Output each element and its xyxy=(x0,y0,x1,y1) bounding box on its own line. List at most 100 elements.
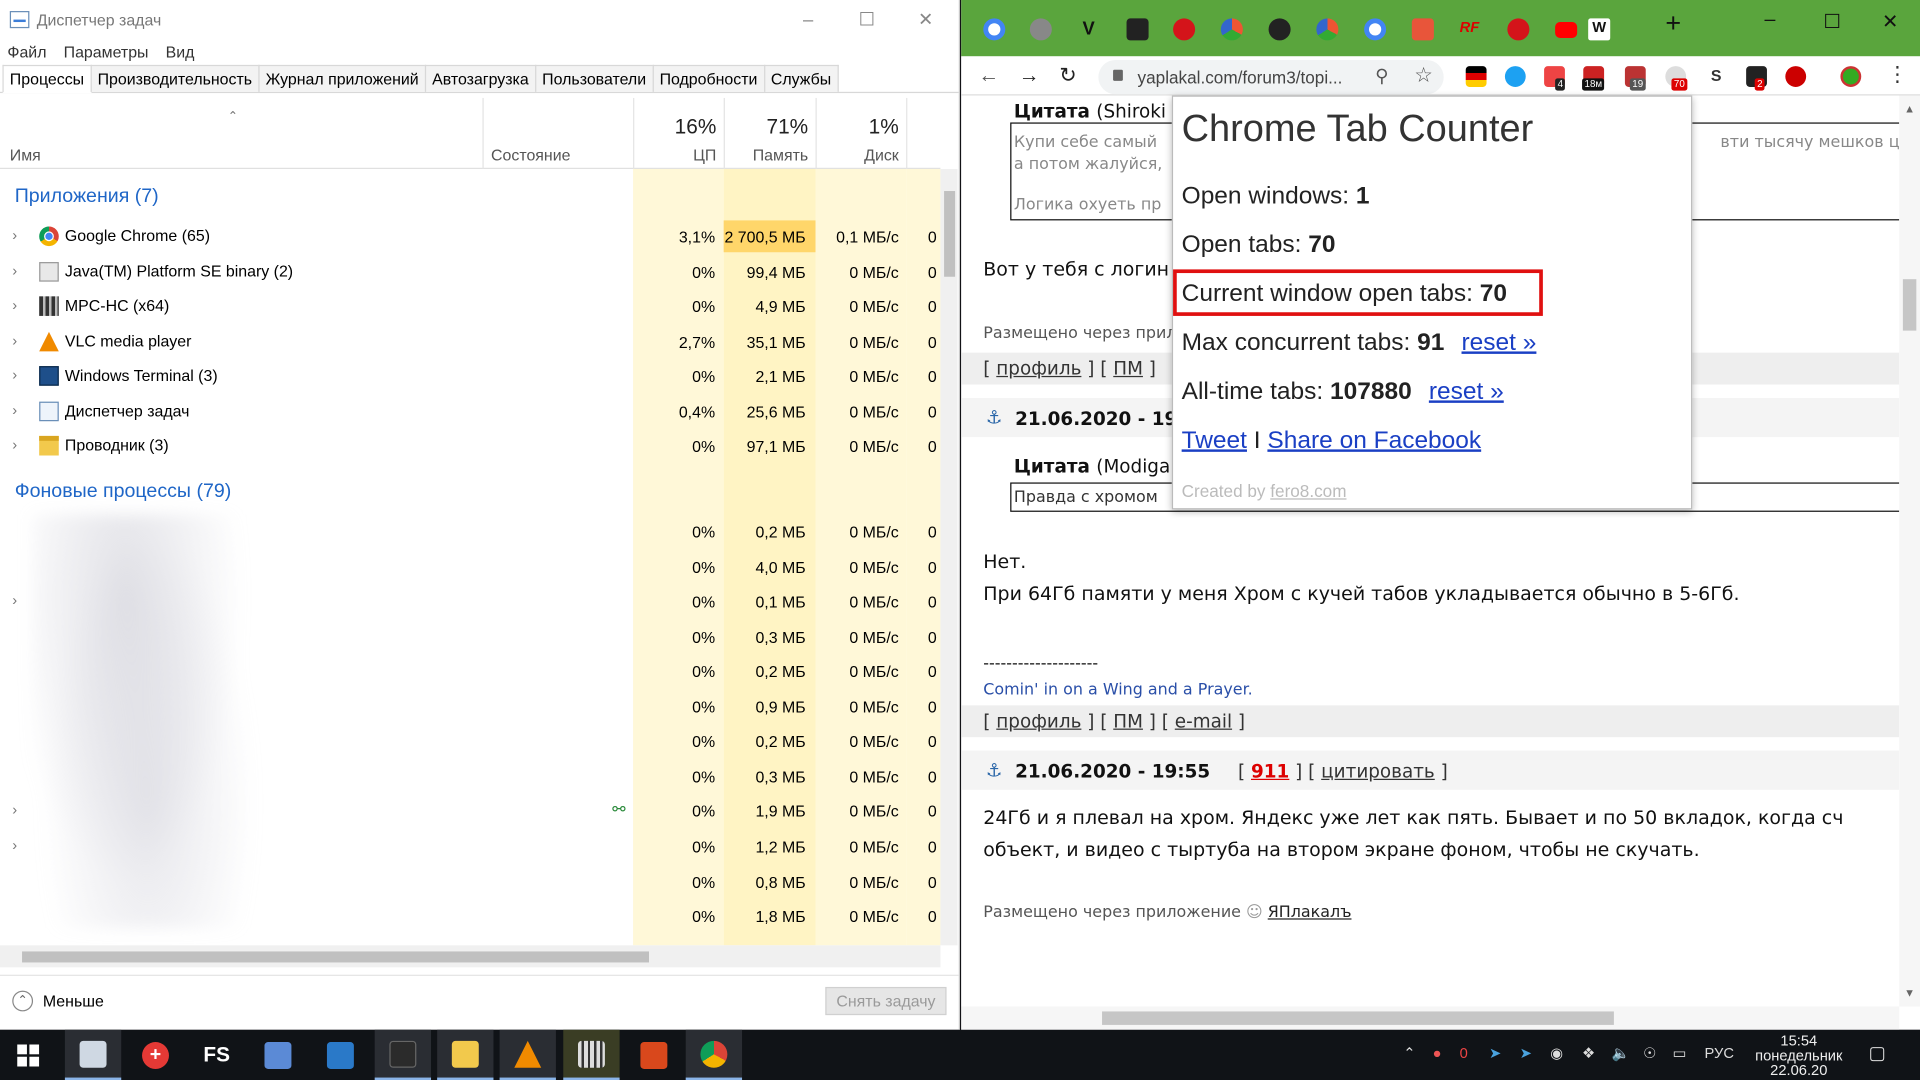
process-row[interactable]: › Проводник (3) 0% 97,1 МБ 0 МБ/с 0 xyxy=(0,429,940,463)
app-link[interactable]: ЯПлакалъ xyxy=(1268,904,1352,922)
tab-favicon-icon[interactable] xyxy=(1173,18,1196,41)
process-row[interactable]: › MPC-HC (x64) 0% 4,9 МБ 0 МБ/с 0 xyxy=(0,289,940,323)
youtube-tab-icon[interactable] xyxy=(1555,22,1578,38)
taskbar-task-manager[interactable] xyxy=(64,1029,122,1080)
dropbox-icon[interactable]: ❖ xyxy=(1582,1044,1595,1061)
google-tab-icon[interactable] xyxy=(1364,18,1387,41)
network-icon[interactable]: ☉ xyxy=(1643,1044,1656,1061)
taskbar-app[interactable] xyxy=(626,1030,682,1080)
expand-icon[interactable]: › xyxy=(12,296,17,313)
pm-link[interactable]: ПМ xyxy=(1113,358,1143,380)
scroll-thumb[interactable] xyxy=(1902,279,1917,331)
expand-icon[interactable]: › xyxy=(12,366,17,383)
forward-icon[interactable]: → xyxy=(1019,64,1040,88)
minimize-icon[interactable]: – xyxy=(1765,10,1776,32)
reload-icon[interactable]: ↻ xyxy=(1059,64,1076,88)
maximize-icon[interactable]: ☐ xyxy=(1823,10,1841,34)
expand-icon[interactable]: › xyxy=(12,332,17,349)
start-button[interactable] xyxy=(0,1030,56,1080)
tray-chrome-icon[interactable]: ● xyxy=(1433,1044,1442,1061)
s-extension-icon[interactable]: S xyxy=(1706,66,1727,87)
scroll-thumb[interactable] xyxy=(22,951,649,963)
close-icon[interactable]: ✕ xyxy=(896,0,955,39)
process-row[interactable]: › VLC media player 2,7% 35,1 МБ 0 МБ/с 0 xyxy=(0,324,940,358)
fewer-details-button[interactable]: ⌃ Меньше xyxy=(12,990,104,1012)
tray-chevron-icon[interactable]: ⌃ xyxy=(1403,1044,1415,1061)
twitter-extension-icon[interactable] xyxy=(1504,66,1526,87)
pm-link[interactable]: ПМ xyxy=(1113,710,1143,732)
taskbar-mpc[interactable] xyxy=(563,1029,620,1080)
expand-icon[interactable]: › xyxy=(12,801,17,818)
col-disk[interactable]: 1% Диск xyxy=(815,97,907,169)
taskbar-explorer[interactable] xyxy=(437,1029,494,1080)
expand-icon[interactable]: › xyxy=(12,227,17,244)
expand-icon[interactable]: › xyxy=(12,402,17,419)
tweet-link[interactable]: Tweet xyxy=(1182,427,1247,454)
language-indicator[interactable]: РУС xyxy=(1705,1044,1734,1061)
tab-favicon-icon[interactable] xyxy=(1220,18,1243,41)
menu-view[interactable]: Вид xyxy=(166,42,195,60)
col-status[interactable]: Состояние xyxy=(482,97,633,169)
page-horizontal-scrollbar[interactable] xyxy=(961,1006,1900,1030)
google-tab-icon[interactable] xyxy=(983,18,1006,41)
avatar[interactable] xyxy=(1840,66,1862,87)
taskbar-vlc[interactable] xyxy=(499,1029,556,1080)
taskbar-app[interactable] xyxy=(250,1030,306,1080)
scroll-down-icon[interactable]: ▼ xyxy=(1904,987,1915,999)
process-row[interactable]: › Java(TM) Platform SE binary (2) 0% 99,… xyxy=(0,255,940,289)
telegram-icon[interactable]: ➤ xyxy=(1489,1044,1501,1061)
reset-max-link[interactable]: reset » xyxy=(1462,329,1537,356)
menu-options[interactable]: Параметры xyxy=(64,42,149,60)
col-memory[interactable]: 71% Память xyxy=(723,97,816,169)
anchor-icon[interactable]: ⚓ xyxy=(986,759,1002,781)
maximize-icon[interactable]: ☐ xyxy=(838,0,897,39)
menu-file[interactable]: Файл xyxy=(7,42,46,60)
end-task-button[interactable]: Снять задачу xyxy=(825,986,947,1016)
close-icon[interactable]: ✕ xyxy=(1882,10,1898,34)
expand-icon[interactable]: › xyxy=(12,262,17,279)
process-row[interactable]: › Windows Terminal (3) 0% 2,1 МБ 0 МБ/с … xyxy=(0,359,940,393)
back-icon[interactable]: ← xyxy=(978,64,999,88)
horizontal-scrollbar[interactable] xyxy=(0,945,941,968)
scroll-thumb[interactable] xyxy=(944,191,956,277)
tab-favicon-icon[interactable] xyxy=(1029,18,1052,41)
author-link[interactable]: fero8.com xyxy=(1270,481,1346,501)
col-network[interactable] xyxy=(906,97,940,169)
notifications-icon[interactable]: ▢ xyxy=(1869,1042,1886,1064)
new-tab-icon[interactable]: + xyxy=(1665,7,1681,39)
minimize-icon[interactable]: – xyxy=(779,0,838,39)
telegram-icon[interactable]: ➤ xyxy=(1520,1044,1532,1061)
battery-icon[interactable]: ▭ xyxy=(1673,1044,1687,1061)
tray-app-icon[interactable]: ◉ xyxy=(1550,1044,1563,1061)
menu-dots-icon[interactable]: ⋮ xyxy=(1887,62,1908,86)
tab-performance[interactable]: Производительность xyxy=(90,64,260,92)
tab-favicon-icon[interactable] xyxy=(1316,18,1339,41)
reset-all-time-link[interactable]: reset » xyxy=(1429,378,1504,405)
tab-details[interactable]: Подробности xyxy=(652,64,765,92)
taskbar-fs[interactable]: FS xyxy=(189,1030,245,1080)
taskbar-app[interactable] xyxy=(312,1030,368,1080)
quote-link[interactable]: цитировать xyxy=(1321,760,1435,782)
bookmark-star-icon[interactable]: ☆ xyxy=(1414,64,1433,88)
page-vertical-scrollbar[interactable]: ▲ ▼ xyxy=(1899,95,1920,1007)
wikipedia-tab-icon[interactable]: W xyxy=(1588,18,1611,41)
taskbar-chrome[interactable] xyxy=(685,1029,743,1080)
zoom-icon[interactable]: ⚲ xyxy=(1375,65,1388,87)
email-link[interactable]: e-mail xyxy=(1175,710,1232,732)
col-name[interactable]: Имя xyxy=(0,98,482,169)
tab-services[interactable]: Службы xyxy=(763,64,839,92)
rating-link[interactable]: 911 xyxy=(1251,760,1289,782)
expand-icon[interactable]: › xyxy=(12,436,17,453)
apps-group-header[interactable]: Приложения (7) xyxy=(15,186,159,208)
tab-startup[interactable]: Автозагрузка xyxy=(424,64,537,92)
tab-favicon-icon[interactable] xyxy=(1126,18,1149,41)
taskbar-terminal[interactable] xyxy=(374,1029,432,1080)
background-group-header[interactable]: Фоновые процессы (79) xyxy=(15,481,232,503)
tab-users[interactable]: Пользователи xyxy=(534,64,654,92)
anchor-icon[interactable]: ⚓ xyxy=(986,407,1002,429)
expand-icon[interactable]: › xyxy=(12,591,17,608)
tab-favicon-icon[interactable] xyxy=(1411,18,1434,41)
expand-icon[interactable]: › xyxy=(12,836,17,853)
taskbar-app[interactable]: + xyxy=(127,1030,183,1080)
profile-link[interactable]: профиль xyxy=(996,710,1081,732)
